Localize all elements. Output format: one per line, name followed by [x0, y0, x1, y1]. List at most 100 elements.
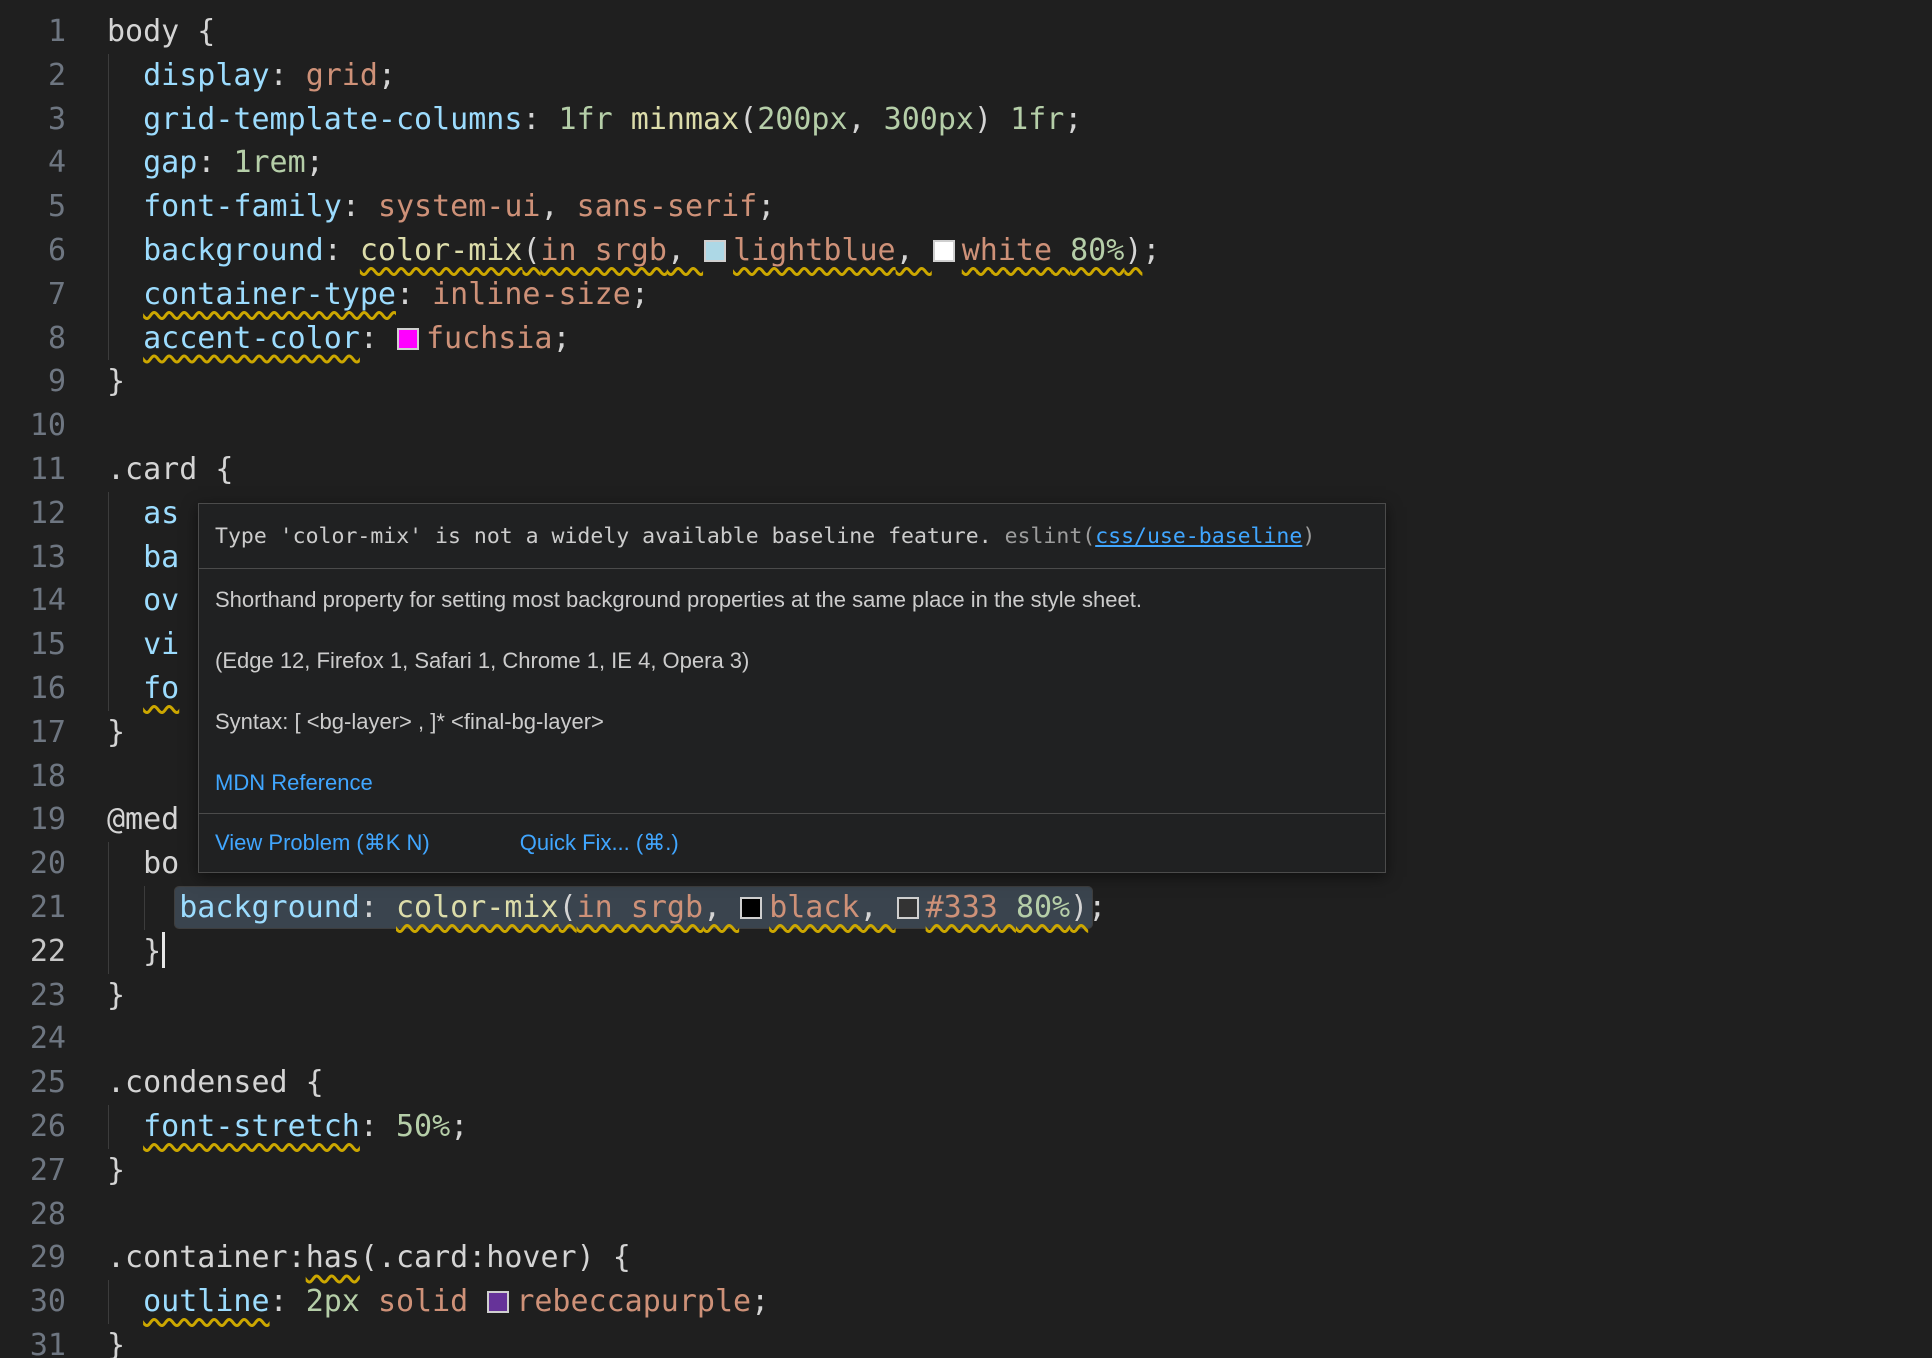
text-cursor — [162, 932, 165, 968]
code-line-content[interactable]: outline: 2px solid rebeccapurple; — [66, 1280, 769, 1324]
code-line-content[interactable]: .card { — [66, 448, 233, 492]
code-token — [1052, 233, 1070, 268]
code-line-content[interactable]: background: color-mix(in srgb, black, #3… — [66, 886, 1106, 930]
code-token: : — [360, 1109, 396, 1144]
code-line-content[interactable]: accent-color: fuchsia; — [66, 317, 571, 361]
code-line-content[interactable]: } — [66, 1149, 125, 1193]
code-token: ; — [751, 1284, 769, 1319]
code-token: .container: — [107, 1240, 306, 1275]
code-token: color-mix — [396, 890, 559, 925]
code-line-content[interactable]: } — [66, 974, 125, 1018]
code-token: system-ui — [378, 189, 541, 224]
code-token: , — [896, 233, 932, 268]
code-line: 11.card { — [0, 448, 1932, 492]
code-line-content[interactable]: bo — [66, 842, 179, 886]
code-line-content[interactable] — [66, 404, 107, 448]
code-line: 10 — [0, 404, 1932, 448]
line-number: 27 — [0, 1149, 66, 1193]
highlighted-range: background: color-mix(in srgb, black, #3… — [175, 887, 1092, 928]
code-token: black — [769, 890, 859, 925]
line-number: 29 — [0, 1236, 66, 1280]
code-line-content[interactable]: @med — [66, 798, 179, 842]
code-token: ) — [974, 102, 1010, 137]
quick-fix-action[interactable]: Quick Fix... (⌘.) — [520, 830, 679, 856]
code-token — [107, 583, 143, 618]
code-line-content[interactable] — [66, 755, 107, 799]
diagnostic-rule-link[interactable]: css/use-baseline — [1095, 524, 1302, 549]
code-line: 27} — [0, 1149, 1932, 1193]
code-line-content[interactable]: fo — [66, 667, 179, 711]
code-line: 22 } — [0, 930, 1932, 974]
line-number: 6 — [0, 229, 66, 273]
code-line-content[interactable]: } — [66, 711, 125, 755]
code-line-content[interactable] — [66, 1017, 107, 1061]
code-line: 8 accent-color: fuchsia; — [0, 317, 1932, 361]
code-line: 26 font-stretch: 50%; — [0, 1105, 1932, 1149]
color-swatch[interactable] — [487, 1291, 509, 1313]
color-swatch[interactable] — [397, 328, 419, 350]
diagnostic-range: color-mix(in srgb, black, #333 80%) — [396, 890, 1088, 925]
code-line-content[interactable] — [66, 1193, 107, 1237]
code-token: ; — [631, 277, 649, 312]
code-line: 30 outline: 2px solid rebeccapurple; — [0, 1280, 1932, 1324]
code-token: grid-template-columns — [143, 102, 522, 137]
code-line-content[interactable]: as — [66, 492, 179, 536]
code-line-content[interactable]: background: color-mix(in srgb, lightblue… — [66, 229, 1160, 273]
code-token — [107, 627, 143, 662]
color-swatch[interactable] — [933, 240, 955, 262]
code-token — [107, 1109, 143, 1144]
color-swatch[interactable] — [897, 897, 919, 919]
code-line-content[interactable]: ba — [66, 536, 179, 580]
view-problem-action[interactable]: View Problem (⌘K N) — [215, 830, 430, 856]
code-token — [107, 496, 143, 531]
code-token — [107, 321, 143, 356]
code-token: : — [197, 145, 233, 180]
code-line-content[interactable]: } — [66, 1324, 125, 1358]
color-swatch[interactable] — [740, 897, 762, 919]
code-token: outline — [143, 1284, 269, 1319]
code-token: : — [270, 58, 306, 93]
line-number: 26 — [0, 1105, 66, 1149]
code-line-content[interactable]: .container:has(.card:hover) { — [66, 1236, 631, 1280]
code-line: 21 background: color-mix(in srgb, black,… — [0, 886, 1932, 930]
code-line-content[interactable]: font-family: system-ui, sans-serif; — [66, 185, 775, 229]
code-line-content[interactable]: .condensed { — [66, 1061, 324, 1105]
diagnostic-range: color-mix(in srgb, lightblue, white 80%) — [360, 233, 1143, 268]
code-line-content[interactable]: } — [66, 360, 125, 404]
code-token: , — [848, 102, 884, 137]
code-token: rebeccapurple — [516, 1284, 751, 1319]
line-number: 10 — [0, 404, 66, 448]
code-line-content[interactable]: ov — [66, 579, 179, 623]
code-token: ba — [143, 540, 179, 575]
code-token: has — [306, 1240, 360, 1275]
line-number: 18 — [0, 755, 66, 799]
code-token: font-stretch — [143, 1109, 360, 1144]
code-token — [613, 102, 631, 137]
code-line-content[interactable]: vi — [66, 623, 179, 667]
docs-browser-support: (Edge 12, Firefox 1, Safari 1, Chrome 1,… — [215, 630, 1369, 691]
code-line-content[interactable]: } — [66, 930, 165, 974]
code-line-content[interactable]: grid-template-columns: 1fr minmax(200px,… — [66, 98, 1082, 142]
line-number: 3 — [0, 98, 66, 142]
code-line-content[interactable]: font-stretch: 50%; — [66, 1105, 468, 1149]
code-line-content[interactable]: container-type: inline-size; — [66, 273, 649, 317]
line-number: 16 — [0, 667, 66, 711]
code-line-content[interactable]: body { — [66, 10, 215, 54]
color-swatch[interactable] — [704, 240, 726, 262]
code-line-content[interactable]: gap: 1rem; — [66, 141, 324, 185]
code-token: : — [360, 321, 396, 356]
code-token: ; — [1088, 890, 1106, 925]
code-line-content[interactable]: display: grid; — [66, 54, 396, 98]
code-token: sans-serif — [577, 189, 758, 224]
code-token: .card { — [107, 452, 233, 487]
mdn-reference-row: MDN Reference — [215, 752, 1369, 813]
line-number: 28 — [0, 1193, 66, 1237]
code-token: vi — [143, 627, 179, 662]
code-token: 200px — [757, 102, 847, 137]
line-number: 4 — [0, 141, 66, 185]
mdn-reference-link[interactable]: MDN Reference — [215, 770, 373, 796]
code-token: background — [143, 233, 324, 268]
code-token: gap — [143, 145, 197, 180]
code-token: container-type — [143, 277, 396, 312]
code-token: } — [107, 978, 125, 1013]
